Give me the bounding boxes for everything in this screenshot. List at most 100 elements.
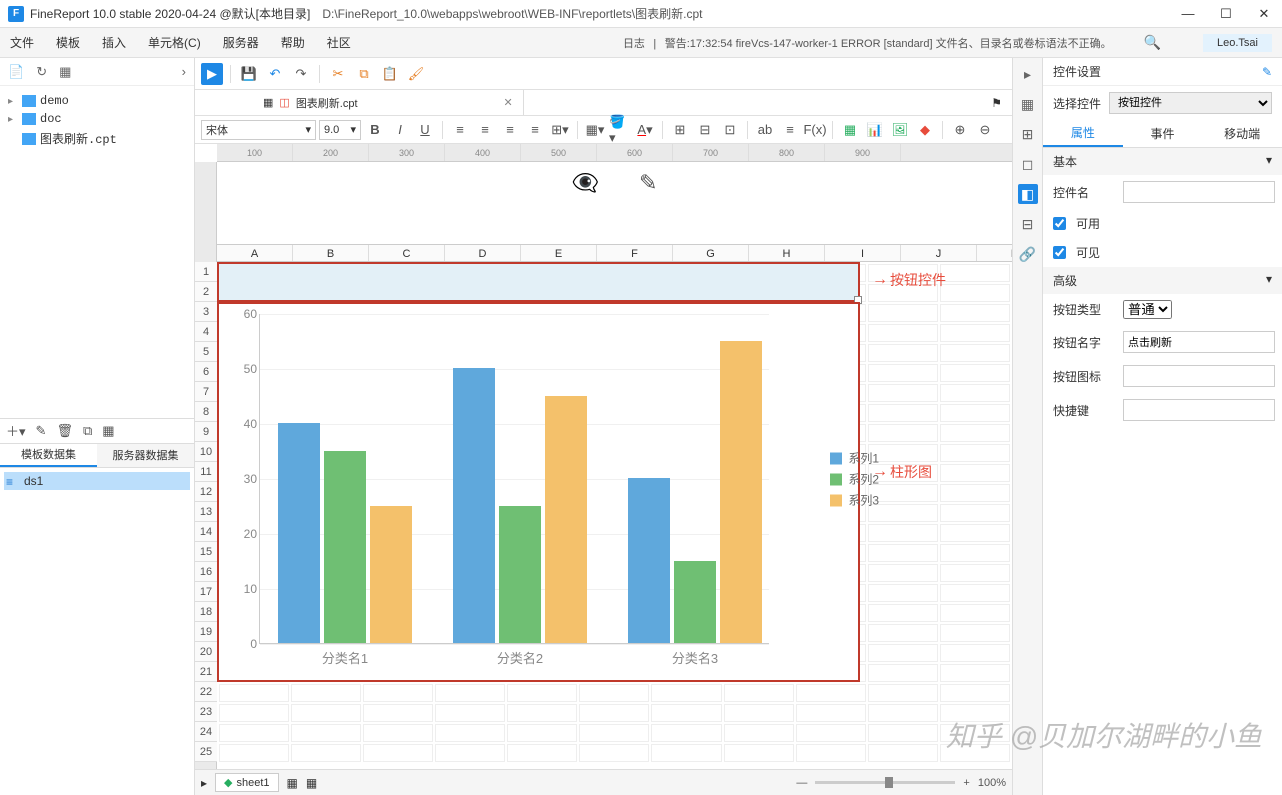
- zoom-out-button[interactable]: —: [796, 777, 807, 789]
- refresh-icon[interactable]: ↻: [36, 64, 47, 80]
- split-icon[interactable]: ⊟: [694, 119, 716, 141]
- sheet-tool-2[interactable]: ▦: [306, 776, 317, 790]
- menu-file[interactable]: 文件: [10, 34, 34, 51]
- fx-icon[interactable]: F(x): [804, 119, 826, 141]
- menu-server[interactable]: 服务器: [223, 34, 259, 51]
- delete-icon[interactable]: 🗑: [56, 423, 73, 439]
- copy-icon[interactable]: ⧉: [83, 423, 92, 439]
- zoom-in-button[interactable]: +: [963, 777, 969, 789]
- zoom-value: 100%: [978, 777, 1006, 789]
- btn-icon-input[interactable]: [1123, 365, 1275, 387]
- redo-icon[interactable]: ↷: [290, 63, 312, 85]
- menu-community[interactable]: 社区: [327, 34, 351, 51]
- font-color-icon[interactable]: A▾: [634, 119, 656, 141]
- pencil-icon[interactable]: ✎: [639, 170, 657, 196]
- image-icon[interactable]: 🖼: [889, 119, 911, 141]
- shortcut-input[interactable]: [1123, 399, 1275, 421]
- zoom-out-icon[interactable]: ⊖: [974, 119, 996, 141]
- prop-section-basic[interactable]: 基本▾: [1043, 148, 1282, 175]
- font-family-select[interactable]: 宋体▾: [201, 120, 316, 140]
- log-bar[interactable]: 日志 | 警告:17:32:54 fireVcs-147-worker-1 ER…: [623, 35, 1112, 51]
- sheet-tool-1[interactable]: ▦: [287, 776, 298, 790]
- align-justify-icon[interactable]: ≡: [524, 119, 546, 141]
- prop-edit-icon[interactable]: ✎: [1262, 65, 1272, 79]
- flag-icon[interactable]: ⚑: [991, 96, 1002, 110]
- menu-cell[interactable]: 单元格(C): [148, 34, 201, 51]
- undo-icon[interactable]: ↶: [264, 63, 286, 85]
- paste-icon[interactable]: ▦: [102, 423, 114, 439]
- rail-cell-icon[interactable]: ▦: [1018, 94, 1038, 114]
- tab-close-icon[interactable]: ✕: [504, 96, 513, 109]
- save-icon[interactable]: 💾: [238, 63, 260, 85]
- minimize-button[interactable]: —: [1178, 6, 1198, 22]
- zoom-slider[interactable]: [815, 781, 955, 784]
- chart-icon[interactable]: 📊: [864, 119, 886, 141]
- btn-name-input[interactable]: [1123, 331, 1275, 353]
- italic-icon[interactable]: I: [389, 119, 411, 141]
- prop-tab-mobile[interactable]: 移动端: [1202, 120, 1282, 147]
- chart-widget[interactable]: 0102030405060分类名1分类名2分类名3系列1系列2系列3: [217, 302, 860, 682]
- close-button[interactable]: ✕: [1254, 6, 1274, 22]
- copy-icon[interactable]: ⧉: [353, 63, 375, 85]
- sheet-area[interactable]: 100200300400500600700800900 👁‍🗨 ✎ ABCDEF…: [195, 144, 1012, 795]
- enabled-checkbox[interactable]: [1053, 217, 1066, 230]
- user-badge[interactable]: Leo.Tsai: [1203, 34, 1272, 52]
- tab-label: 图表刷新.cpt: [296, 95, 358, 111]
- bold-icon[interactable]: B: [364, 119, 386, 141]
- edit-icon[interactable]: ✎: [36, 423, 47, 439]
- select-widget-dropdown[interactable]: 按钮控件: [1109, 92, 1272, 114]
- tree-item-file[interactable]: 图表刷新.cpt: [4, 128, 190, 149]
- list-icon[interactable]: ▦: [59, 64, 71, 80]
- menu-template[interactable]: 模板: [56, 34, 80, 51]
- tab-server-dataset[interactable]: 服务器数据集: [97, 444, 194, 467]
- tree-item-doc[interactable]: ▸doc: [4, 110, 190, 128]
- sheet-tab-1[interactable]: ◆sheet1: [215, 773, 279, 792]
- dataset-item-ds1[interactable]: ≡ds1: [4, 472, 190, 490]
- font-size-select[interactable]: 9.0▾: [319, 120, 361, 140]
- rail-cond-icon[interactable]: ⊟: [1018, 214, 1038, 234]
- rail-link-icon[interactable]: 🔗: [1018, 244, 1038, 264]
- prop-tab-event[interactable]: 事件: [1123, 120, 1203, 147]
- prop-section-adv[interactable]: 高级▾: [1043, 267, 1282, 294]
- paste-icon[interactable]: 📋: [379, 63, 401, 85]
- prop-tab-attr[interactable]: 属性: [1043, 120, 1123, 147]
- cut-icon[interactable]: ✂: [327, 63, 349, 85]
- rail-db-icon[interactable]: ⊞: [1018, 124, 1038, 144]
- ctl-name-input[interactable]: [1123, 181, 1275, 203]
- zoom-in-icon[interactable]: ⊕: [949, 119, 971, 141]
- unmerge-icon[interactable]: ⊡: [719, 119, 741, 141]
- tab-template-dataset[interactable]: 模板数据集: [0, 444, 97, 467]
- underline-icon[interactable]: U: [414, 119, 436, 141]
- formula-icon[interactable]: ≡: [779, 119, 801, 141]
- left-toolbar: 📄 ↻ ▦ ›: [0, 58, 194, 86]
- cell-icon[interactable]: ▦: [839, 119, 861, 141]
- more-icon[interactable]: ›: [182, 64, 186, 79]
- menu-insert[interactable]: 插入: [102, 34, 126, 51]
- border-icon[interactable]: ▦▾: [584, 119, 606, 141]
- btn-type-select[interactable]: 普通: [1123, 300, 1172, 319]
- indent-icon[interactable]: ⊞▾: [549, 119, 571, 141]
- rail-expand-icon[interactable]: ▸: [1018, 64, 1038, 84]
- new-file-icon[interactable]: 📄: [8, 64, 24, 80]
- rail-crop-icon[interactable]: ◻: [1018, 154, 1038, 174]
- align-center-icon[interactable]: ≡: [474, 119, 496, 141]
- add-dataset-icon[interactable]: ＋▾: [6, 421, 26, 440]
- menu-help[interactable]: 帮助: [281, 34, 305, 51]
- shape-icon[interactable]: ◆: [914, 119, 936, 141]
- rail-widget-icon[interactable]: ◧: [1018, 184, 1038, 204]
- button-widget-selection[interactable]: [217, 262, 860, 302]
- search-icon[interactable]: 🔍: [1144, 34, 1161, 51]
- tree-item-demo[interactable]: ▸demo: [4, 92, 190, 110]
- fill-color-icon[interactable]: 🪣▾: [609, 119, 631, 141]
- visible-checkbox[interactable]: [1053, 246, 1066, 259]
- sheet-tab-add[interactable]: ▸: [201, 776, 207, 790]
- maximize-button[interactable]: ☐: [1216, 6, 1236, 22]
- preview-icon[interactable]: ▶: [201, 63, 223, 85]
- textbox-icon[interactable]: ab: [754, 119, 776, 141]
- merge-icon[interactable]: ⊞: [669, 119, 691, 141]
- align-left-icon[interactable]: ≡: [449, 119, 471, 141]
- align-right-icon[interactable]: ≡: [499, 119, 521, 141]
- tab-current-file[interactable]: ▦ ◫ 图表刷新.cpt ✕: [253, 90, 524, 115]
- format-painter-icon[interactable]: 🖌: [405, 63, 427, 85]
- eye-off-icon[interactable]: 👁‍🗨: [572, 170, 599, 196]
